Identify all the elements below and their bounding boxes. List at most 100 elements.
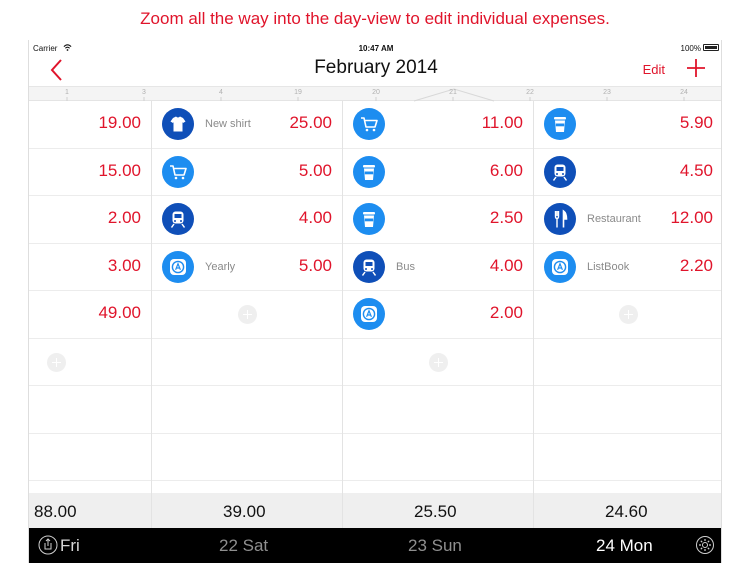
expense-note: New shirt: [205, 118, 251, 130]
expense-amount: 25.00: [289, 113, 332, 132]
expense-row[interactable]: 2.50: [343, 196, 533, 244]
empty-row: [152, 434, 342, 481]
ruler-tick-label: 4: [219, 89, 223, 96]
expense-note: ListBook: [587, 260, 630, 273]
add-expense-icon[interactable]: [47, 352, 66, 372]
expense-amount: 4.00: [489, 255, 523, 275]
empty-row: [29, 386, 151, 434]
ruler-tick-label: 23: [603, 89, 611, 96]
expense-row[interactable]: 11.00: [343, 101, 533, 149]
ruler-tick-label: 3: [142, 89, 146, 96]
day-label-sat[interactable]: 22 Sat: [219, 536, 268, 556]
expense-row[interactable]: ListBook 2.20: [534, 244, 721, 291]
page-title: February 2014: [314, 57, 438, 78]
train-icon: [353, 250, 385, 283]
ruler-tick-label: 22: [526, 89, 534, 96]
app-screen: Zoom all the way into the day-view to ed…: [0, 0, 750, 563]
expense-row[interactable]: Restaurant 12.00: [534, 196, 721, 244]
coffee-cup-icon: [353, 203, 385, 235]
day-column: 5.90 4.50 Restaurant 12.00 ListBook 2.20: [534, 101, 721, 493]
expense-row[interactable]: 19.00: [29, 101, 151, 149]
expense-amount: 3.00: [107, 255, 141, 275]
day-bar: Fri 22 Sat 23 Sun 24 Mon: [29, 528, 721, 563]
add-expense-row[interactable]: [534, 291, 721, 339]
expense-note: Yearly: [205, 260, 236, 273]
fork-knife-icon: [544, 203, 576, 235]
coffee-cup-icon: [544, 108, 576, 140]
expense-amount: 12.00: [670, 208, 713, 227]
expense-amount: 15.00: [98, 160, 141, 180]
expense-row[interactable]: 3.00: [29, 244, 151, 291]
cart-icon: [162, 155, 194, 188]
app-store-icon: [353, 298, 385, 330]
train-icon: [544, 155, 576, 188]
app-store-icon: [544, 250, 576, 283]
expense-amount: 49.00: [98, 303, 141, 322]
app-store-icon: [162, 250, 194, 283]
total-sat: 39.00: [223, 502, 266, 521]
clock: 10:47 AM: [358, 44, 394, 53]
expense-row[interactable]: 5.90: [534, 101, 721, 149]
add-expense-row[interactable]: [343, 339, 533, 386]
expense-row[interactable]: Yearly 5.00: [152, 244, 342, 291]
expense-row[interactable]: New shirt 25.00: [152, 101, 342, 149]
battery-icon: [703, 44, 719, 51]
cart-icon: [353, 108, 385, 140]
expense-row[interactable]: 4.00: [152, 196, 342, 244]
shirt-icon: [162, 108, 194, 140]
status-bar: Carrier 10:47 AM 100%: [29, 40, 721, 56]
expense-amount: 4.00: [298, 208, 332, 227]
empty-row: [534, 339, 721, 386]
column-divider: [151, 101, 152, 528]
timeline-ruler[interactable]: 1 3 4 19 20 21 22 23 24: [29, 86, 721, 102]
expense-note: Restaurant: [587, 213, 641, 225]
battery-percent: 100%: [680, 44, 701, 53]
add-expense-icon[interactable]: [237, 305, 257, 324]
expense-row[interactable]: Bus 4.00: [343, 244, 533, 291]
empty-row: [534, 434, 721, 481]
expense-row[interactable]: 4.50: [534, 149, 721, 196]
expense-amount: 5.90: [679, 113, 713, 132]
ruler-tick-label: 24: [680, 89, 688, 96]
add-expense-row[interactable]: [29, 339, 151, 386]
total-mon: 24.60: [605, 502, 648, 521]
add-expense-row[interactable]: [152, 291, 342, 339]
expense-amount: 19.00: [98, 113, 141, 132]
expense-row[interactable]: 2.00: [29, 196, 151, 244]
day-label-sun[interactable]: 23 Sun: [408, 536, 462, 556]
expense-amount: 2.20: [679, 255, 713, 275]
add-expense-icon[interactable]: [619, 305, 638, 324]
day-column: 11.00 6.00 2.50 Bus 4.00 2.00: [343, 101, 533, 493]
promo-caption: Zoom all the way into the day-view to ed…: [140, 9, 610, 28]
empty-row: [343, 386, 533, 434]
expense-row[interactable]: 6.00: [343, 149, 533, 196]
expense-amount: 5.00: [298, 160, 332, 180]
expense-row[interactable]: 49.00: [29, 291, 151, 339]
totals-bar: 88.00 39.00 25.50 24.60: [29, 493, 721, 528]
total-sun: 25.50: [414, 502, 457, 521]
expense-amount: 2.00: [489, 303, 523, 322]
day-column: 19.00 15.00 2.00 3.00 49.00: [29, 101, 151, 493]
expense-amount: 6.00: [489, 160, 523, 180]
ruler-tick-label: 19: [294, 89, 302, 96]
day-label-mon[interactable]: 24 Mon: [596, 536, 653, 556]
empty-row: [534, 386, 721, 434]
day-column: New shirt 25.00 5.00 4.00 Yearly 5.00: [152, 101, 342, 493]
nav-bar: February 2014 Edit: [29, 56, 721, 85]
expense-amount: 5.00: [298, 255, 332, 275]
day-label-fri[interactable]: Fri: [60, 536, 80, 556]
expense-row[interactable]: 15.00: [29, 149, 151, 196]
add-expense-icon[interactable]: [428, 352, 448, 372]
share-icon[interactable]: [38, 535, 58, 555]
total-fri: 88.00: [34, 502, 77, 521]
train-icon: [162, 203, 194, 235]
ruler-tick-label: 1: [65, 89, 69, 96]
gear-icon[interactable]: [695, 535, 715, 555]
add-icon[interactable]: [686, 58, 706, 78]
edit-button[interactable]: Edit: [643, 62, 665, 77]
expense-row[interactable]: 2.00: [343, 291, 533, 339]
expense-row[interactable]: 5.00: [152, 149, 342, 196]
ruler-tick-label: 20: [372, 89, 380, 96]
expense-amount: 2.00: [107, 208, 141, 227]
empty-row: [152, 386, 342, 434]
